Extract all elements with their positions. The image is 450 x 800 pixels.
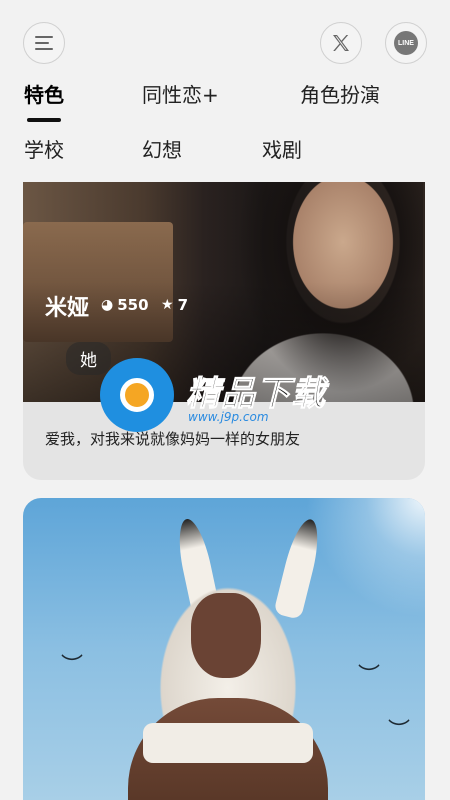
watermark-url: www.j9p.com (188, 410, 269, 424)
line-share-button[interactable]: LINE (385, 22, 427, 64)
tab-fantasy[interactable]: 幻想 (142, 134, 182, 163)
star-icon: ★ (161, 297, 174, 313)
chat-count-value: 550 (117, 296, 149, 314)
watermark-logo-icon (100, 358, 174, 432)
like-count: ★ 7 (161, 296, 188, 314)
menu-icon (35, 36, 53, 50)
character-face (191, 593, 261, 678)
watermark-title: 精品下载 (186, 374, 326, 415)
chat-count: ◕ 550 (101, 296, 149, 314)
tab-roleplay[interactable]: 角色扮演 (300, 79, 380, 108)
chat-bubble-icon: ◕ (101, 297, 114, 313)
character-wrap (143, 723, 313, 763)
menu-button[interactable] (23, 22, 65, 64)
tab-gay[interactable]: 同性恋+ (142, 79, 219, 108)
tab-featured[interactable]: 特色 (24, 79, 64, 108)
x-logo-icon (333, 35, 349, 51)
sun-glare (305, 498, 425, 618)
watermark: 精品下载 www.j9p.com (100, 358, 360, 442)
x-share-button[interactable] (320, 22, 362, 64)
line-logo-icon: LINE (394, 31, 418, 55)
active-tab-indicator (27, 118, 61, 122)
bird-icon: ︶ (61, 654, 84, 679)
tab-drama[interactable]: 戏剧 (262, 134, 302, 163)
character-name: 米娅 (45, 296, 90, 321)
tab-school[interactable]: 学校 (24, 134, 64, 163)
character-image: ︶ ︶ ︶ (23, 498, 425, 800)
bird-icon: ︶ (388, 719, 411, 744)
bird-icon: ︶ (358, 664, 381, 689)
like-count-value: 7 (177, 296, 188, 314)
character-card[interactable]: ︶ ︶ ︶ (23, 498, 425, 800)
